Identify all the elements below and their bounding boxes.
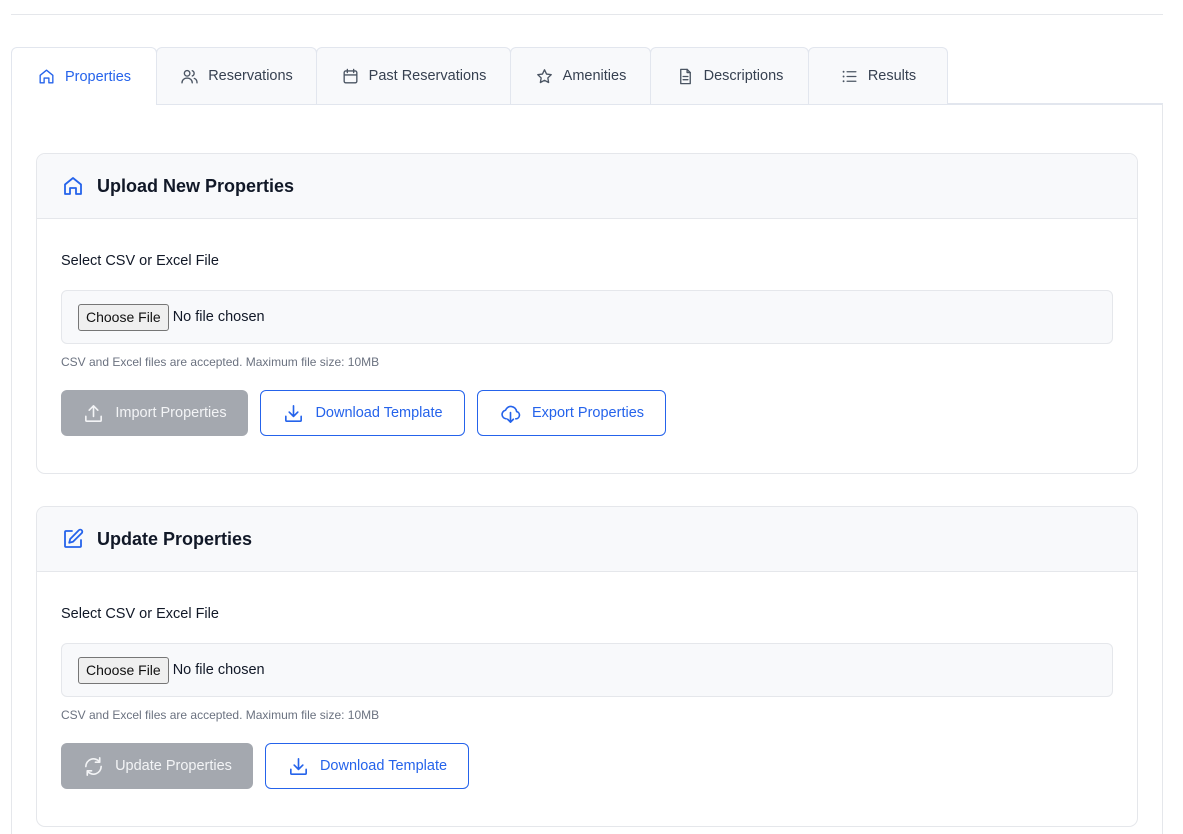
button-label: Download Template	[315, 405, 443, 421]
download-icon	[285, 404, 303, 422]
card-header: Upload New Properties	[37, 154, 1137, 219]
card-title: Upload New Properties	[97, 175, 295, 196]
download-template-button[interactable]: Download Template	[260, 390, 465, 436]
update-properties-button[interactable]: Update Properties	[61, 743, 253, 789]
card-title: Update Properties	[97, 528, 253, 549]
update-properties-card: Update Properties Select CSV or Excel Fi…	[36, 506, 1138, 827]
upload-icon	[85, 404, 103, 422]
file-input[interactable]: Choose File No file chosen	[61, 643, 1113, 697]
tab-results[interactable]: Results	[808, 47, 948, 104]
cloud-download-icon	[501, 405, 521, 423]
card-header: Update Properties	[37, 507, 1137, 572]
tab-descriptions[interactable]: Descriptions	[650, 47, 809, 104]
file-field-label: Select CSV or Excel File	[61, 253, 219, 269]
import-properties-button[interactable]: Import Properties	[61, 390, 248, 436]
tab-reservations[interactable]: Reservations	[156, 47, 317, 104]
tab-label: Past Reservations	[368, 68, 487, 84]
button-label: Export Properties	[531, 405, 645, 421]
tab-label: Descriptions	[703, 68, 784, 84]
home-icon	[39, 69, 54, 84]
choose-file-button[interactable]: Choose File	[78, 303, 169, 331]
tab-properties[interactable]: Properties	[11, 47, 157, 105]
file-status-text: No file chosen	[172, 662, 265, 678]
file-input[interactable]: Choose File No file chosen	[61, 290, 1113, 344]
tab-amenities[interactable]: Amenities	[510, 47, 651, 104]
users-icon	[181, 69, 198, 84]
list-icon	[842, 70, 857, 82]
file-hint: CSV and Excel files are accepted. Maximu…	[61, 708, 380, 722]
file-status-text: No file chosen	[172, 309, 265, 325]
choose-file-button[interactable]: Choose File	[78, 656, 169, 684]
export-properties-button[interactable]: Export Properties	[477, 390, 666, 436]
download-template-button[interactable]: Download Template	[265, 743, 469, 789]
download-icon	[289, 757, 307, 775]
edit-icon	[64, 528, 84, 548]
tab-past-reservations[interactable]: Past Reservations	[316, 47, 511, 104]
button-label: Update Properties	[115, 758, 232, 774]
upload-properties-card: Upload New Properties Select CSV or Exce…	[36, 153, 1138, 474]
top-divider	[11, 14, 1163, 15]
calendar-icon	[343, 68, 358, 84]
document-icon	[679, 68, 691, 84]
tab-label: Amenities	[562, 68, 627, 84]
button-label: Download Template	[319, 758, 448, 774]
file-field-label: Select CSV or Excel File	[61, 606, 219, 622]
refresh-icon	[85, 756, 103, 776]
button-label: Import Properties	[115, 405, 227, 421]
home-icon	[64, 177, 82, 195]
tab-bar: Properties Reservations Past Reservation…	[11, 47, 1163, 105]
file-hint: CSV and Excel files are accepted. Maximu…	[61, 355, 380, 369]
tab-label: Results	[867, 68, 917, 84]
tab-label: Reservations	[208, 68, 293, 84]
tab-label: Properties	[64, 68, 132, 85]
star-icon	[536, 68, 552, 83]
